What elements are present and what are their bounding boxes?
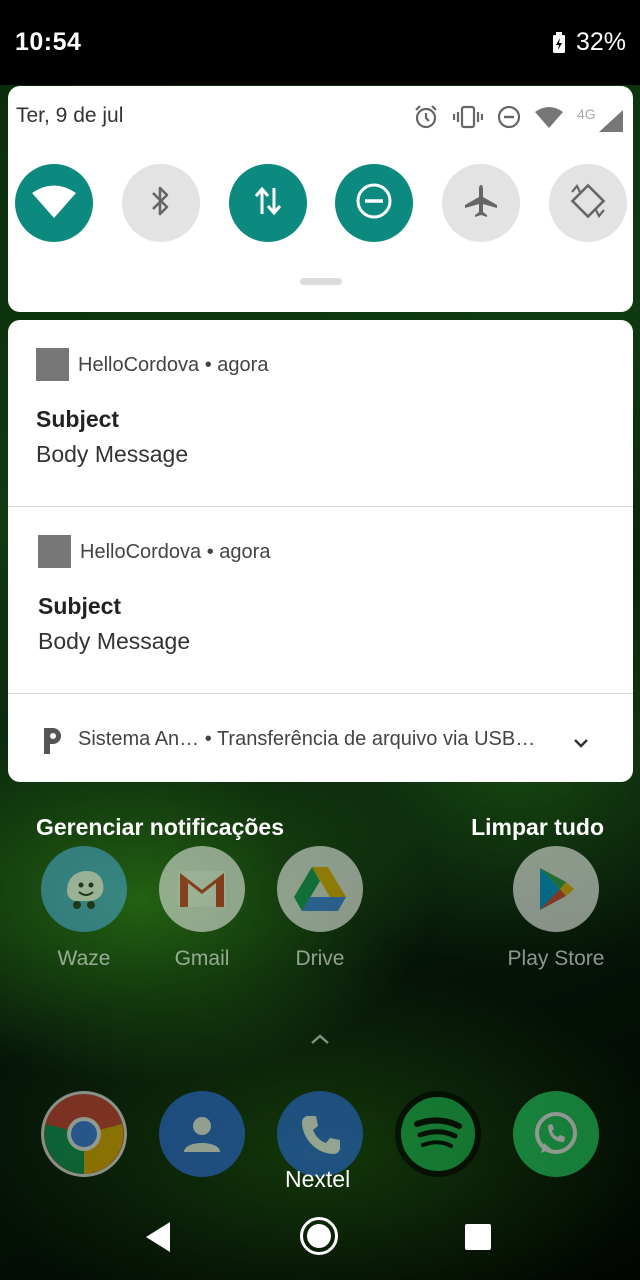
app-drawer-chevron-icon[interactable] xyxy=(310,1032,330,1050)
status-icons: 4G xyxy=(413,104,625,135)
gmail-app-icon[interactable] xyxy=(159,846,245,932)
dock-label-nextel: Nextel xyxy=(285,1166,351,1192)
app-icon xyxy=(36,348,69,381)
auto-rotate-tile[interactable] xyxy=(548,164,627,242)
airplane-mode-tile[interactable] xyxy=(442,164,521,242)
data-arrows-icon xyxy=(253,184,283,223)
bluetooth-tile[interactable] xyxy=(121,164,200,242)
network-type-label: 4G xyxy=(577,105,596,122)
separator-dot: • xyxy=(204,354,218,376)
wifi-icon xyxy=(32,184,76,223)
app-name: HelloCordova xyxy=(80,541,202,563)
mobile-data-tile[interactable] xyxy=(228,164,307,242)
separator-dot: • xyxy=(204,728,217,750)
system-notification-text: Sistema An… • Transferência de arquivo v… xyxy=(78,728,535,751)
rotate-icon xyxy=(569,182,607,225)
contacts-app-icon[interactable] xyxy=(159,1091,245,1177)
app-label-play-store: Play Store xyxy=(507,947,605,970)
battery-percent: 32% xyxy=(575,28,626,56)
airplane-icon xyxy=(463,183,499,224)
notification-time: agora xyxy=(219,541,271,563)
back-button[interactable] xyxy=(146,1222,172,1257)
battery-charging-icon xyxy=(552,31,566,54)
drive-app-icon[interactable] xyxy=(277,846,363,932)
android-system-icon xyxy=(40,726,62,759)
do-not-disturb-icon xyxy=(497,105,521,134)
spotify-app-icon[interactable] xyxy=(395,1091,481,1177)
notification-body: Body Message xyxy=(38,628,191,654)
waze-app-icon[interactable] xyxy=(41,846,127,932)
notification-summary: Transferência de arquivo via USB… xyxy=(216,728,536,750)
app-label-waze: Waze xyxy=(57,947,111,970)
quick-settings-panel: Ter, 9 de jul 4G xyxy=(8,86,633,312)
notification-card[interactable]: HelloCordova • agora Subject Body Messag… xyxy=(8,320,633,507)
status-right: 32% xyxy=(552,28,626,57)
app-label-gmail: Gmail xyxy=(174,947,230,970)
date-label: Ter, 9 de jul xyxy=(16,104,124,127)
app-name: HelloCordova xyxy=(78,354,200,376)
system-notification[interactable]: Sistema An… • Transferência de arquivo v… xyxy=(8,694,633,782)
notification-body: Body Message xyxy=(36,441,189,467)
recents-button[interactable] xyxy=(465,1224,491,1250)
chevron-down-icon[interactable] xyxy=(574,736,588,754)
bluetooth-icon xyxy=(148,183,174,224)
whatsapp-app-icon[interactable] xyxy=(513,1091,599,1177)
do-not-disturb-tile[interactable] xyxy=(335,164,414,242)
expand-handle[interactable] xyxy=(300,278,342,285)
notification-subject: Subject xyxy=(38,593,122,619)
alarm-icon xyxy=(413,104,439,135)
app-name: Sistema An… xyxy=(78,728,200,750)
chrome-app-icon[interactable] xyxy=(41,1091,127,1177)
notification-time: agora xyxy=(217,354,269,376)
home-button[interactable] xyxy=(300,1217,338,1255)
notification-subject: Subject xyxy=(36,406,120,432)
home-dot xyxy=(307,1224,331,1248)
vibrate-icon xyxy=(452,104,484,135)
app-label-drive: Drive xyxy=(295,947,345,970)
play-store-app-icon[interactable] xyxy=(513,846,599,932)
clear-all-button[interactable]: Limpar tudo xyxy=(471,814,604,841)
notification-list: HelloCordova • agora Subject Body Messag… xyxy=(8,320,633,782)
4g-signal-icon: 4G xyxy=(577,105,625,132)
quick-tiles xyxy=(15,164,627,242)
notification-header: HelloCordova • agora xyxy=(80,541,270,564)
notification-card[interactable]: HelloCordova • agora Subject Body Messag… xyxy=(8,507,633,694)
wifi-icon xyxy=(535,106,563,133)
do-not-disturb-icon xyxy=(355,182,393,225)
notification-header: HelloCordova • agora xyxy=(78,354,268,377)
wifi-tile[interactable] xyxy=(15,164,93,242)
separator-dot: • xyxy=(206,541,220,563)
status-bar: 10:54 32% xyxy=(0,0,640,85)
clock: 10:54 xyxy=(15,28,82,56)
manage-notifications-button[interactable]: Gerenciar notificações xyxy=(36,814,284,841)
phone-app-icon[interactable] xyxy=(277,1091,363,1177)
app-icon xyxy=(38,535,71,568)
